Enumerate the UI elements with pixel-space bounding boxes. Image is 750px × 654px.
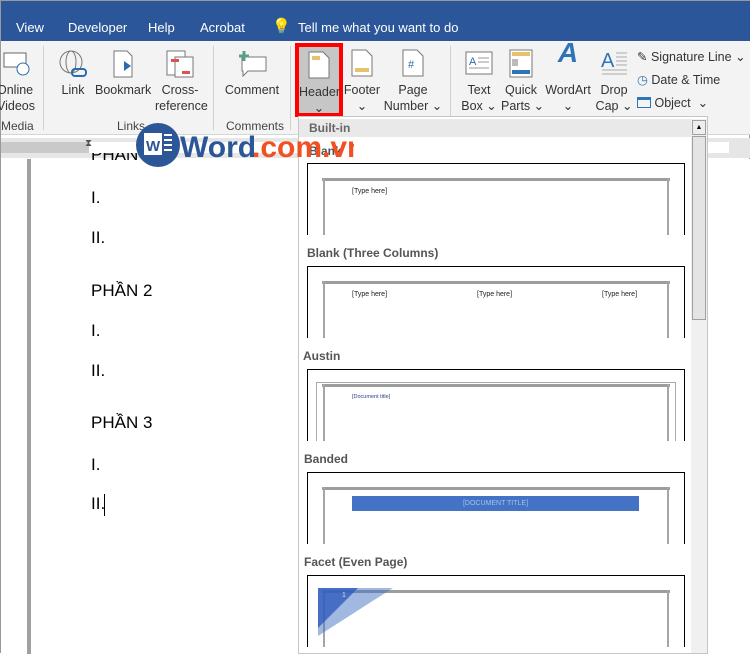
text-cursor [104,494,105,516]
group-media-label: Media [1,119,34,133]
header-gallery-dropdown: Built-in Blank [Type here] Blank (Three … [298,116,708,654]
tab-help[interactable]: Help [148,20,175,35]
svg-text:A: A [469,56,477,68]
doc-line: II. [91,361,106,380]
quick-parts-icon [509,49,533,83]
comment-button[interactable]: Comment [223,41,281,117]
signature-icon: ✎ [637,50,648,64]
footer-button[interactable]: Footer ⌄ [343,41,381,117]
tell-me-search[interactable]: Tell me what you want to do [298,20,458,35]
page-number-button[interactable]: # Page Number ⌄ [383,41,443,117]
doc-line: I. [91,321,101,340]
lightbulb-icon: 💡 [272,18,291,35]
doc-line: I. [91,455,101,474]
cross-reference-icon [165,49,195,83]
online-videos-button[interactable]: Online Videos [0,41,35,117]
gallery-item-austin[interactable]: [Document title] [307,369,685,441]
video-icon [2,49,30,81]
gallery-item-banded[interactable]: [DOCUMENT TITLE] [307,472,685,544]
tab-view[interactable]: View [16,20,44,35]
date-time-button[interactable]: ◷ Date & Time [637,72,720,87]
header-icon [308,51,330,83]
doc-line: PHẦN 3 [91,413,153,432]
gallery-item-label: Austin [303,349,341,363]
gallery-item-facet-even-page[interactable]: 1 [307,575,685,647]
wordart-icon: A [557,37,579,68]
bookmark-icon [111,49,135,83]
doc-line: I. [91,188,101,207]
calendar-clock-icon: ◷ [637,73,648,87]
bookmark-button[interactable]: Bookmark [95,41,151,117]
scroll-up-arrow-icon[interactable]: ▲ [692,120,706,135]
doc-line: PHẦN 2 [91,281,153,300]
gallery-item-label: Blank (Three Columns) [307,246,439,260]
svg-text:Word: Word [180,131,256,164]
drop-cap-button[interactable]: A Drop Cap ⌄ [595,41,633,117]
link-button[interactable]: Link [55,41,91,117]
gallery-item-label: Facet (Even Page) [304,555,408,569]
tab-acrobat[interactable]: Acrobat [200,20,245,35]
text-box-icon: A [465,49,493,81]
object-button[interactable]: Object ⌄ [637,95,708,110]
signature-line-button[interactable]: ✎ Signature Line ⌄ [637,49,746,64]
chevron-down-icon: ⌄ [313,101,325,115]
gallery-item-blank-three-columns[interactable]: [Type here] [Type here] [Type here] [307,266,685,338]
text-box-button[interactable]: A Text Box ⌄ [457,41,501,117]
indent-marker[interactable]: ⧗ [85,138,92,149]
comment-icon [236,49,268,83]
section-built-in: Built-in [299,119,691,137]
tab-developer[interactable]: Developer [68,20,127,35]
word-com-vn-watermark-logo: W Word.com.vn [134,121,365,169]
drop-cap-icon: A [600,49,628,83]
link-icon [58,49,88,83]
wordart-button[interactable]: A WordArt ⌄ [543,37,593,117]
gallery-item-blank[interactable]: [Type here] [307,163,685,235]
scrollbar-thumb[interactable] [692,136,706,320]
quick-parts-button[interactable]: Quick Parts ⌄ [501,41,544,117]
svg-text:#: # [408,59,415,71]
ribbon-tabs: View Developer Help Acrobat 💡 Tell me wh… [1,1,750,41]
svg-text:.com.vn: .com.vn [252,131,354,164]
object-icon [637,97,651,108]
svg-text:W: W [146,138,161,155]
gallery-scrollbar[interactable]: ▲ [691,119,707,653]
header-button[interactable]: Header ⌄ [295,43,343,117]
page-number-icon: # [402,49,424,81]
page-edge [27,159,31,654]
footer-icon [351,49,373,81]
chevron-down-icon: ⌄ [356,99,368,113]
cross-reference-button[interactable]: Cross-reference [155,41,208,117]
svg-text:A: A [601,50,615,72]
doc-line: II. [91,228,106,247]
gallery-item-label: Banded [304,452,349,466]
